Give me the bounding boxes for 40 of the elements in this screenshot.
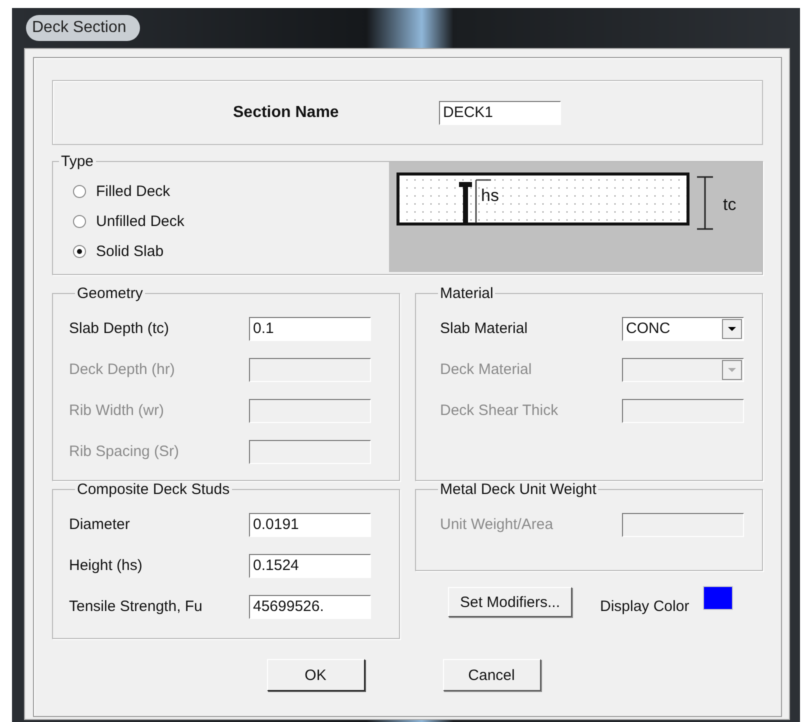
group-title: Material bbox=[439, 285, 494, 302]
field-label: Tensile Strength, Fu bbox=[69, 598, 204, 615]
input-field[interactable]: 0.0191 bbox=[249, 512, 371, 536]
cancel-button[interactable]: Cancel bbox=[442, 659, 540, 691]
dropdown[interactable]: CONC bbox=[622, 316, 744, 340]
field-label: Height (hs) bbox=[69, 557, 144, 574]
radio-label: Solid Slab bbox=[96, 242, 164, 260]
input-field[interactable]: 45699526. bbox=[249, 594, 371, 618]
field-label: Deck Material bbox=[439, 361, 533, 378]
input-field[interactable]: 0.1524 bbox=[249, 554, 371, 578]
ok-button[interactable]: OK bbox=[266, 659, 364, 691]
radio-button[interactable] bbox=[73, 214, 86, 228]
radio-label: Filled Deck bbox=[96, 182, 170, 200]
group-title: Type bbox=[60, 153, 95, 170]
field-label: Rib Spacing (Sr) bbox=[69, 443, 180, 460]
field-label: Deck Shear Thick bbox=[439, 402, 560, 419]
radio-button[interactable] bbox=[73, 184, 86, 198]
dimension-line bbox=[697, 176, 713, 230]
section-name-field[interactable]: DECK1 bbox=[439, 100, 561, 124]
field-label: Slab Material bbox=[439, 320, 529, 337]
group-title: Metal Deck Unit Weight bbox=[439, 481, 598, 498]
radio-label: Unfilled Deck bbox=[96, 212, 184, 230]
group-title: Geometry bbox=[76, 285, 144, 302]
stud-drawing bbox=[459, 182, 472, 223]
input-field[interactable]: 0.1 bbox=[249, 316, 371, 340]
field-label: Deck Depth (hr) bbox=[69, 361, 176, 378]
group-title: Composite Deck Studs bbox=[76, 481, 231, 498]
stud-height-label: hs bbox=[481, 186, 499, 205]
field-label: Slab Depth (tc) bbox=[69, 320, 170, 337]
field-label: Diameter bbox=[69, 516, 131, 533]
field-label: Rib Width (wr) bbox=[69, 402, 166, 419]
display-color-label: Display Color bbox=[600, 598, 690, 614]
window-title: Deck Section bbox=[26, 15, 140, 41]
thickness-label: tc bbox=[723, 195, 736, 214]
radio-button[interactable] bbox=[73, 244, 86, 258]
color-swatch[interactable] bbox=[703, 586, 734, 610]
field-label: Unit Weight/Area bbox=[439, 516, 554, 533]
set-modifiers-button[interactable]: Set Modifiers... bbox=[448, 587, 572, 617]
section-name-label: Section Name bbox=[233, 104, 340, 122]
dropdown[interactable] bbox=[622, 358, 744, 382]
